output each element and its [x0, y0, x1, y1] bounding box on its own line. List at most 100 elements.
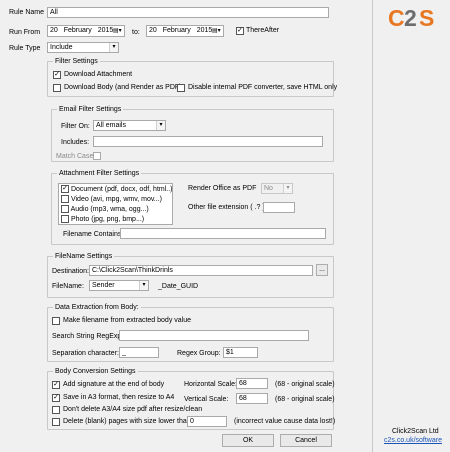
disable-pdf-checkbox[interactable]	[177, 84, 185, 92]
search-string-input[interactable]	[119, 330, 309, 341]
vertical-scale-note: (68 - original scale)	[275, 396, 335, 403]
add-signature-checkbox[interactable]: ✓	[52, 381, 60, 389]
chevron-down-icon: ▾	[139, 281, 148, 290]
c2s-logo-graphic: C 2 S	[388, 5, 434, 31]
delete-blank-note: (incorrect value cause data lost!)	[234, 418, 336, 425]
list-item[interactable]: ✓ Document (pdf, docx, odf, html..)	[61, 185, 173, 195]
delete-blank-input[interactable]: 0	[187, 416, 227, 427]
to-date-picker[interactable]: 20 February 2015 ▤▾	[146, 25, 224, 37]
video-type-label: Video (avi, mpg, wmv, mov...)	[70, 196, 162, 203]
filename-select-value: Sender	[92, 282, 115, 289]
list-item[interactable]: Photo (jpg, png, bmp...)	[61, 215, 144, 225]
video-checkbox[interactable]	[61, 195, 69, 204]
calendar-icon[interactable]: ▤▾	[212, 27, 222, 35]
vertical-scale-label: Vertical Scale:	[184, 396, 229, 403]
match-case-checkbox[interactable]	[93, 152, 101, 160]
from-year: 2015	[97, 27, 114, 34]
data-extraction-title: Data Extraction from Body:	[53, 303, 141, 312]
chevron-down-icon: ▾	[283, 184, 292, 193]
to-year: 2015	[196, 27, 213, 34]
run-from-label: Run From	[9, 29, 41, 36]
attachment-types-list[interactable]: ✓ Document (pdf, docx, odf, html..) Vide…	[58, 183, 173, 225]
vertical-scale-input[interactable]: 68	[236, 393, 268, 404]
ok-button[interactable]: OK	[222, 434, 274, 447]
logo-letter-s: S	[419, 5, 434, 31]
document-checkbox[interactable]: ✓	[61, 185, 69, 194]
filename-select[interactable]: Sender ▾	[89, 280, 149, 291]
browse-button[interactable]: ...	[316, 264, 328, 276]
regex-group-label: Regex Group:	[177, 350, 221, 357]
rule-name-input[interactable]: All	[47, 7, 329, 18]
make-filename-label: Make filename from extracted body value	[63, 317, 192, 324]
thereafter-checkbox[interactable]: ✓	[236, 27, 244, 35]
includes-label: Includes:	[61, 139, 90, 146]
rule-name-label: Rule Name	[9, 9, 45, 16]
other-extension-label: Other file extension ( .? )	[188, 204, 265, 211]
dont-delete-checkbox[interactable]	[52, 406, 60, 414]
render-office-value: No	[264, 185, 273, 192]
to-day: 20	[149, 27, 157, 34]
list-item[interactable]: Video (avi, mpg, wmv, mov...)	[61, 195, 162, 205]
separation-char-label: Separation character:	[52, 350, 119, 357]
chevron-down-icon: ▾	[156, 121, 165, 130]
audio-checkbox[interactable]	[61, 205, 69, 214]
disable-pdf-label: Disable internal PDF converter, save HTM…	[188, 84, 338, 91]
destination-input[interactable]: C:\Click2Scan\ThinkDrinls	[89, 265, 313, 276]
delete-blank-label: Delete (blank) pages with size lower tha…	[63, 418, 193, 425]
filename-contains-label: Filename Contains:	[63, 231, 124, 238]
render-office-label: Render Office as PDF	[188, 185, 257, 192]
download-attachment-checkbox[interactable]: ✓	[53, 71, 61, 79]
horizontal-scale-input[interactable]: 68	[236, 378, 268, 389]
filter-settings-title: Filter Settings	[53, 57, 100, 66]
download-body-checkbox[interactable]	[53, 84, 61, 92]
from-month: February	[63, 27, 92, 34]
to-month: February	[162, 27, 191, 34]
from-day: 20	[50, 27, 58, 34]
email-filter-title: Email Filter Settings	[57, 105, 124, 114]
render-office-select[interactable]: No ▾	[261, 183, 293, 194]
to-label: to:	[132, 29, 140, 36]
rule-type-select[interactable]: Include ▾	[47, 42, 119, 53]
download-attachment-label: Download Attachment	[64, 71, 133, 78]
photo-type-label: Photo (jpg, png, bmp...)	[70, 216, 145, 223]
separation-char-input[interactable]: _	[119, 347, 159, 358]
horizontal-scale-label: Horizontal Scale:	[184, 381, 237, 388]
chevron-down-icon: ▾	[109, 43, 118, 52]
make-filename-checkbox[interactable]	[52, 317, 60, 325]
filter-on-value: All emails	[96, 122, 126, 129]
cancel-button[interactable]: Cancel	[280, 434, 332, 447]
includes-input[interactable]	[93, 136, 323, 147]
c2s-logo: C 2 S	[388, 5, 440, 31]
attachment-filter-title: Attachment Filter Settings	[57, 169, 142, 178]
destination-label: Destination:	[52, 268, 89, 275]
calendar-icon[interactable]: ▤▾	[113, 27, 123, 35]
search-string-label: Search String RegExp:	[52, 333, 124, 340]
match-case-label: Match Case	[56, 153, 94, 160]
filename-suffix: _Date_GUID	[158, 283, 199, 290]
document-type-label: Document (pdf, docx, odf, html..)	[70, 186, 173, 193]
logo-letter-c: C	[388, 5, 405, 31]
audio-type-label: Audio (mp3, wma, ogg...)	[70, 206, 149, 213]
download-body-label: Download Body (and Render as PDF)	[64, 84, 182, 91]
delete-blank-checkbox[interactable]	[52, 418, 60, 426]
list-item[interactable]: Audio (mp3, wma, ogg...)	[61, 205, 149, 215]
from-date-picker[interactable]: 20 February 2015 ▤▾	[47, 25, 125, 37]
logo-letter-2: 2	[404, 5, 417, 31]
rule-type-value: Include	[50, 44, 73, 51]
save-a3-checkbox[interactable]: ✓	[52, 394, 60, 402]
company-link[interactable]: c2s.co.uk/software	[384, 436, 442, 446]
rule-type-label: Rule Type	[9, 45, 41, 52]
body-conversion-title: Body Conversion Settings	[53, 367, 138, 376]
panel-separator	[372, 0, 373, 452]
other-extension-input[interactable]	[263, 202, 295, 213]
filter-on-select[interactable]: All emails ▾	[93, 120, 166, 131]
filename-label: FileName:	[52, 283, 84, 290]
save-a3-label: Save in A3 format, then resize to A4	[63, 394, 175, 401]
filename-settings-title: FileName Settings	[53, 252, 115, 261]
add-signature-label: Add signature at the end of body	[63, 381, 165, 388]
photo-checkbox[interactable]	[61, 215, 69, 224]
filter-on-label: Filter On:	[61, 123, 90, 130]
regex-group-input[interactable]: $1	[223, 347, 258, 358]
thereafter-label: ThereAfter	[246, 27, 280, 34]
filename-contains-input[interactable]	[120, 228, 326, 239]
